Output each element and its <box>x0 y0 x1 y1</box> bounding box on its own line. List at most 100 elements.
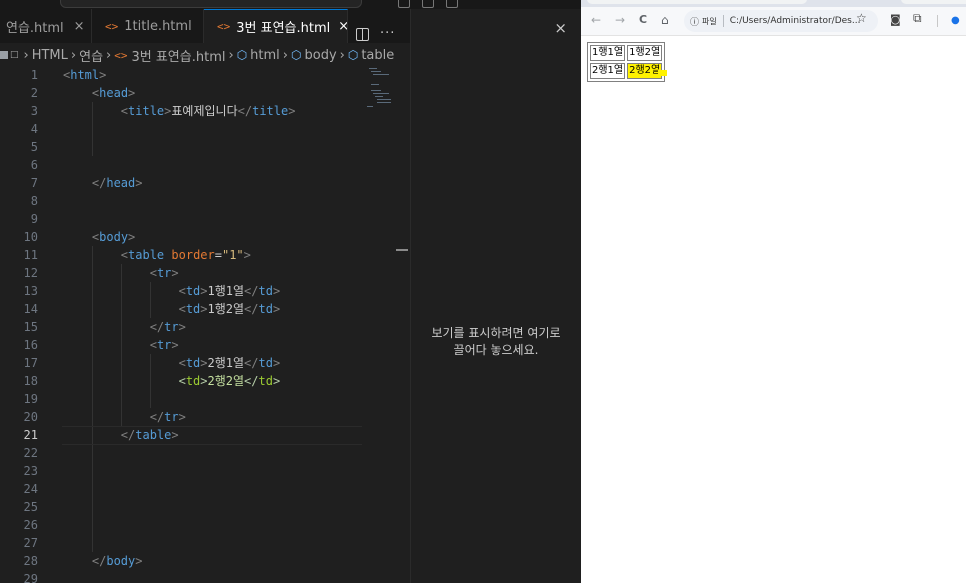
split-editor-icon[interactable] <box>356 28 369 41</box>
code-token: tr <box>156 338 172 352</box>
line-number: 6 <box>30 158 38 172</box>
breadcrumb-html[interactable]: HTML <box>32 48 68 63</box>
code-line: 22 <box>0 444 410 462</box>
browser-tab[interactable] <box>587 0 807 4</box>
url-text: C:/Users/Administrator/Des... <box>729 16 861 26</box>
code-token: > <box>171 266 179 280</box>
tab-yeonseup[interactable]: 연습.html × <box>0 9 92 43</box>
home-icon[interactable]: ⌂ <box>661 13 669 27</box>
code-token: tr <box>164 410 179 424</box>
code-token: > <box>272 302 281 316</box>
code-line: 12 <tr> <box>0 264 410 282</box>
code-text: <title>표예제입니다</title> <box>63 102 296 120</box>
line-number: 25 <box>23 500 38 514</box>
code-token: < <box>120 248 129 262</box>
code-token: < <box>149 338 157 352</box>
tab-1title[interactable]: <> 1title.html <box>92 9 204 43</box>
line-number: 24 <box>23 482 38 496</box>
code-text: </tr> <box>63 318 186 336</box>
code-token: td <box>185 356 201 370</box>
element-cube-icon: ⬡ <box>347 48 359 62</box>
rendered-table: 1행1열 1행2열 2행1열 2행2열 <box>587 42 666 82</box>
browser-tab[interactable] <box>901 0 966 4</box>
reload-icon[interactable]: C <box>639 13 647 26</box>
extensions-icon[interactable]: ⧉ <box>913 11 922 26</box>
breadcrumb-table-element[interactable]: table <box>361 48 394 63</box>
code-token: > <box>272 374 281 388</box>
code-line: 29 <box>0 570 410 583</box>
code-text: <tr> <box>63 336 179 354</box>
line-number: 14 <box>23 302 38 316</box>
profile-icon[interactable]: ● <box>951 15 961 26</box>
code-text: </tr> <box>63 408 186 426</box>
table-cell: 1행1열 <box>590 45 626 61</box>
minimap[interactable] <box>367 66 395 126</box>
code-token: > <box>171 338 179 352</box>
code-line: 27 <box>0 534 410 552</box>
address-bar[interactable]: ⓘ 파일 C:/Users/Administrator/Des... <box>684 10 878 32</box>
code-line: 9 <box>0 210 410 228</box>
tab-label: 연습.html <box>6 20 64 36</box>
code-line: 3 <title>표예제입니다</title> <box>0 102 410 120</box>
code-line: 13 <td>1행1열</td> <box>0 282 410 300</box>
breadcrumb-body-element[interactable]: body <box>304 48 336 63</box>
tab-3beon-pyoyeonseup[interactable]: <> 3번 표연습.html × <box>204 9 348 43</box>
tab-close-icon[interactable]: × <box>338 19 347 34</box>
table-cell: 1행2열 <box>627 45 663 61</box>
code-token: = <box>214 248 222 262</box>
breadcrumb-folder[interactable]: 연습 <box>79 46 103 65</box>
breadcrumb-html-element[interactable]: html <box>250 48 280 63</box>
code-editor[interactable]: 1 <html> 2 <head> 3 <title>표예제입니다</title> 4 5… <box>0 66 410 583</box>
code-token: td <box>185 284 201 298</box>
code-token: head <box>99 86 129 100</box>
code-text: <td>2행2열</td> <box>63 372 281 390</box>
code-text: <head> <box>63 84 135 102</box>
code-token: > <box>200 302 208 316</box>
code-line: 25 <box>0 498 410 516</box>
code-line: 24 <box>0 480 410 498</box>
code-token: </ <box>120 428 136 442</box>
code-token: 1행2열 <box>207 302 245 316</box>
more-actions-icon[interactable]: ··· <box>380 26 395 41</box>
command-center[interactable] <box>60 0 362 8</box>
table-row: 1행1열 1행2열 <box>590 45 663 61</box>
forward-icon[interactable]: → <box>615 13 625 27</box>
code-text: <html> <box>63 66 106 84</box>
code-token: > <box>200 284 208 298</box>
camera-icon[interactable]: ◙ <box>890 13 901 26</box>
scheme-chip: 파일 <box>702 16 717 26</box>
layout-secondary-icon[interactable] <box>446 0 458 8</box>
breadcrumb-file[interactable]: 3번 표연습.html <box>131 46 225 65</box>
code-token: td <box>258 302 273 316</box>
line-number: 28 <box>23 554 38 568</box>
code-token: body <box>106 554 136 568</box>
scrollbar-thumb[interactable] <box>396 249 408 251</box>
line-number: 29 <box>23 572 38 583</box>
drop-hint-text: 보기를 표시하려면 여기로 끌어다 놓으세요. <box>411 325 581 359</box>
code-line: 26 <box>0 516 410 534</box>
code-token: < <box>178 302 186 316</box>
browser-tab-strip <box>581 0 966 7</box>
bookmark-star-icon[interactable]: ☆ <box>856 11 867 25</box>
code-text: </table> <box>63 426 179 444</box>
code-line: 14 <td>1행2열</td> <box>0 300 410 318</box>
back-icon[interactable]: ← <box>591 13 601 27</box>
tab-close-icon[interactable]: × <box>74 19 85 34</box>
code-token: </ <box>149 320 165 334</box>
code-text: <tr> <box>63 264 179 282</box>
code-line: 7 </head> <box>0 174 410 192</box>
browser-window: ← → C ⌂ ⓘ 파일 C:/Users/Administrator/Des.… <box>581 0 966 583</box>
info-icon[interactable]: ⓘ <box>690 15 699 28</box>
layout-panel-icon[interactable] <box>422 0 434 8</box>
element-cube-icon: ⬡ <box>291 48 302 62</box>
close-panel-icon[interactable]: × <box>554 19 567 37</box>
code-text: <body> <box>63 228 135 246</box>
layout-sidebar-icon[interactable] <box>398 0 410 8</box>
